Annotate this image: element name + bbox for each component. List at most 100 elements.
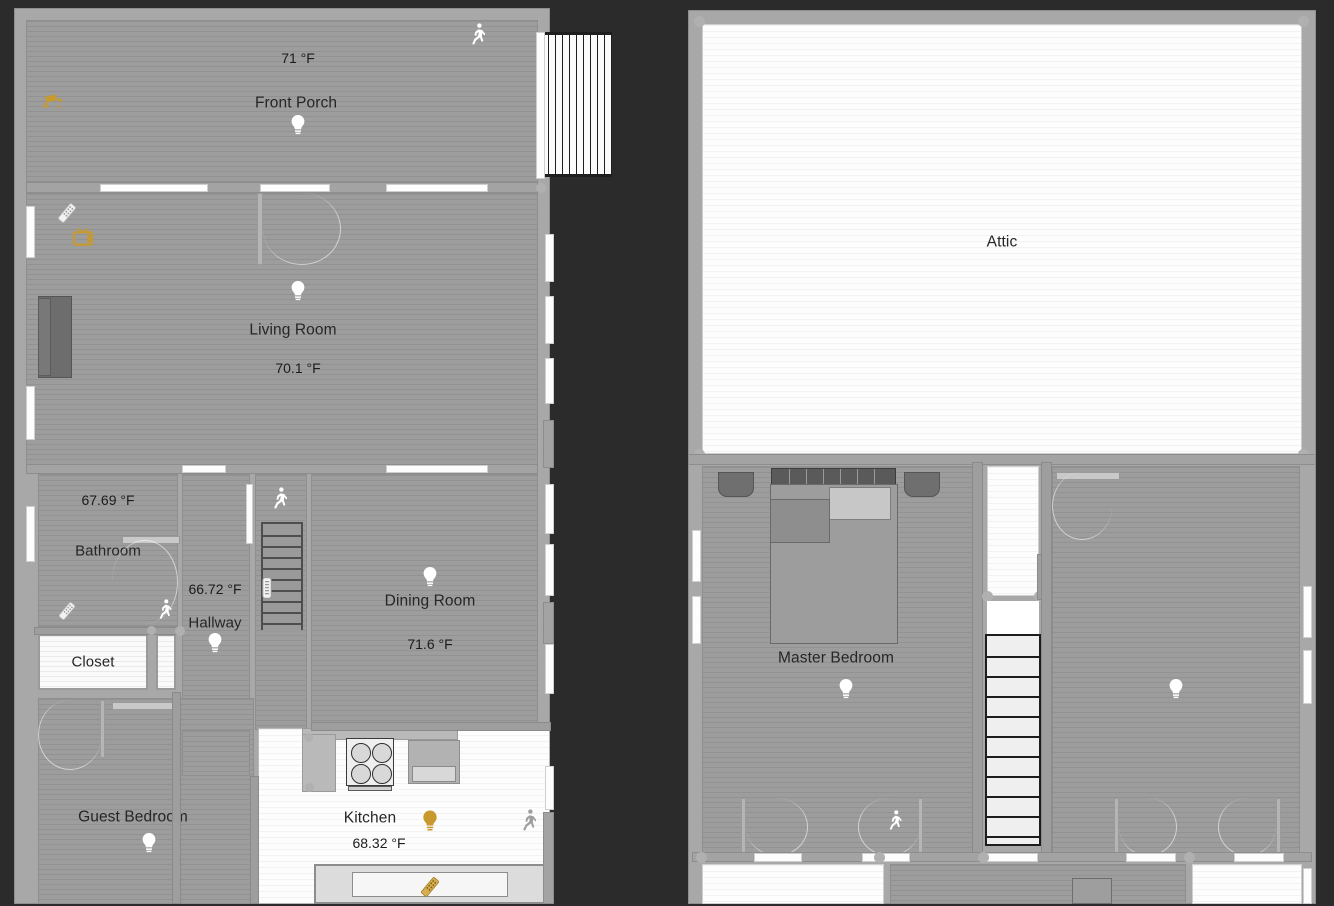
front-porch-temperature: 71 °F bbox=[281, 50, 315, 66]
room-lower-closet[interactable] bbox=[702, 864, 884, 904]
room-upper-closet[interactable] bbox=[987, 466, 1039, 596]
bathroom-temperature: 67.69 °F bbox=[81, 492, 135, 508]
kitchen-right-window bbox=[545, 766, 554, 810]
counter-nub bbox=[305, 783, 314, 792]
upper-floor-panel[interactable]: Attic Master Bedroom bbox=[686, 6, 1318, 906]
remote-control-icon[interactable] bbox=[56, 600, 78, 622]
staircase-ground bbox=[261, 522, 303, 632]
room-lower-middle[interactable] bbox=[890, 864, 1186, 904]
second-bedroom-door-leaf-b bbox=[1276, 798, 1281, 854]
master-left-window-b bbox=[692, 596, 701, 644]
upper-bottom-opening-b bbox=[862, 853, 910, 862]
light-bulb-icon[interactable] bbox=[1168, 678, 1184, 700]
kitchen-label: Kitchen bbox=[343, 809, 397, 827]
living-right-segment bbox=[543, 420, 554, 468]
bathroom-left-window bbox=[26, 506, 35, 562]
room-lower-closet-right[interactable] bbox=[1192, 864, 1302, 904]
kitchen-right-segment bbox=[543, 812, 554, 904]
dining-right-window-b bbox=[545, 544, 554, 596]
light-switch-icon[interactable] bbox=[262, 577, 272, 599]
living-right-window-a bbox=[545, 234, 554, 282]
remote-control-icon[interactable] bbox=[55, 201, 79, 225]
stove-front-bar bbox=[348, 786, 392, 791]
nightstand-right bbox=[904, 472, 940, 497]
light-bulb-icon[interactable] bbox=[422, 810, 439, 833]
upper-bottom-opening-c bbox=[986, 853, 1038, 862]
wall-joint-nub bbox=[1298, 16, 1309, 27]
living-lower-window-b bbox=[182, 465, 226, 473]
living-left-window-b bbox=[26, 386, 35, 440]
living-right-window-b bbox=[545, 296, 554, 344]
lower-right-window bbox=[1303, 868, 1312, 904]
dining-right-segment bbox=[543, 602, 554, 644]
television-icon[interactable] bbox=[72, 227, 94, 247]
second-right-window-b bbox=[1303, 650, 1312, 704]
master-closet-door-swing-b bbox=[858, 798, 920, 856]
light-bulb-icon[interactable] bbox=[290, 280, 306, 302]
porch-wall-window-c2 bbox=[386, 184, 488, 192]
light-bulb-icon[interactable] bbox=[141, 832, 157, 854]
living-room-door-swing bbox=[263, 193, 341, 265]
light-bulb-icon[interactable] bbox=[422, 566, 438, 588]
light-bulb-icon[interactable] bbox=[290, 114, 306, 136]
living-right-window-c bbox=[545, 358, 554, 404]
closet-wall-top bbox=[34, 627, 182, 635]
guest-bedroom-closet-rod bbox=[112, 702, 176, 710]
bed-blanket bbox=[770, 499, 830, 543]
master-closet-door-swing-a bbox=[746, 798, 808, 856]
light-bulb-icon[interactable] bbox=[207, 632, 223, 654]
stairwell-upper-right-wall bbox=[1041, 462, 1052, 858]
room-hallway[interactable] bbox=[182, 474, 250, 730]
motion-sensor-icon[interactable] bbox=[273, 487, 287, 511]
stove-appliance bbox=[346, 738, 394, 786]
hallway-temperature: 66.72 °F bbox=[188, 581, 242, 597]
wall-joint-nub bbox=[536, 183, 546, 193]
ground-floor-panel[interactable]: 71 °F Front Porch Living Room 70.1 °F 67… bbox=[12, 6, 612, 906]
closet-side-compartment[interactable] bbox=[156, 634, 176, 690]
bathroom-door-swing bbox=[112, 540, 178, 624]
remote-control-icon[interactable] bbox=[418, 875, 442, 899]
security-camera-icon[interactable] bbox=[42, 94, 64, 111]
sofa-arm bbox=[38, 298, 51, 376]
bed-pillow-right bbox=[829, 487, 891, 520]
wall-joint-nub bbox=[694, 16, 705, 27]
wall-joint-nub bbox=[978, 852, 989, 863]
kitchen-left-wall bbox=[250, 776, 259, 904]
dining-right-window-c bbox=[545, 644, 554, 694]
porch-wall-window-b2 bbox=[260, 184, 330, 192]
wall-joint-nub bbox=[175, 626, 185, 636]
second-right-window-a bbox=[1303, 586, 1312, 638]
closet-ground-label: Closet bbox=[71, 653, 115, 671]
kitchen-temperature: 68.32 °F bbox=[352, 835, 406, 851]
motion-sensor-icon[interactable] bbox=[522, 809, 536, 833]
wall-joint-nub bbox=[874, 852, 885, 863]
upper-bottom-opening-a bbox=[754, 853, 802, 862]
floorplan-canvas[interactable]: 71 °F Front Porch Living Room 70.1 °F 67… bbox=[0, 0, 1334, 904]
deck-platform bbox=[541, 32, 612, 177]
second-bedroom-door-swing-a bbox=[1119, 798, 1177, 856]
living-lower-window-a bbox=[386, 465, 488, 473]
living-room-label: Living Room bbox=[249, 321, 337, 339]
hallway-window bbox=[246, 484, 253, 544]
second-bedroom-door-swing-top bbox=[1052, 472, 1112, 540]
dresser-furniture bbox=[1072, 878, 1112, 904]
wall-joint-nub bbox=[147, 626, 156, 635]
bed-headboard bbox=[771, 468, 896, 485]
nightstand-left bbox=[718, 472, 754, 497]
dining-room-label: Dining Room bbox=[384, 592, 476, 610]
light-bulb-icon[interactable] bbox=[838, 678, 854, 700]
deck-door-window bbox=[536, 32, 545, 179]
second-bedroom-door-swing-b bbox=[1218, 798, 1276, 856]
attic-bottom-wall bbox=[688, 454, 1316, 465]
front-porch-label: Front Porch bbox=[254, 94, 338, 112]
upper-bottom-opening-d bbox=[1126, 853, 1176, 862]
master-right-wall bbox=[972, 462, 983, 858]
wall-joint-nub bbox=[696, 852, 707, 863]
dining-kitchen-divider bbox=[311, 722, 551, 731]
motion-sensor-icon[interactable] bbox=[471, 23, 485, 47]
guest-bedroom-door-swing bbox=[38, 700, 102, 770]
deck-planks bbox=[541, 35, 612, 174]
hallway-label: Hallway bbox=[188, 614, 242, 632]
stairwell-upper-landing bbox=[987, 601, 1039, 634]
guest-bedroom-right-wall bbox=[172, 692, 181, 904]
